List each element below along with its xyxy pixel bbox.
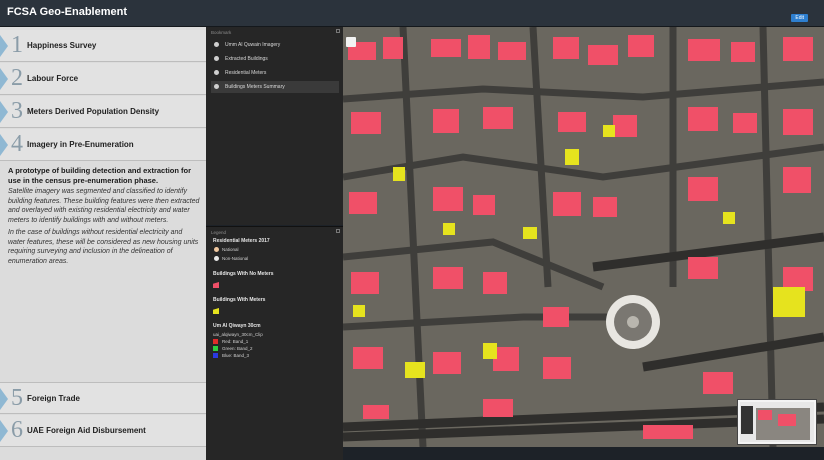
bookmark-icon (214, 70, 219, 75)
non-national-symbol (214, 256, 219, 261)
edit-button[interactable]: Edit (791, 14, 808, 22)
accordion-item-imagery[interactable]: 4 Imagery in Pre-Enumeration (0, 129, 206, 161)
description-heading: A prototype of building detection and ex… (8, 166, 192, 185)
section-label: UAE Foreign Aid Disbursement (27, 426, 146, 435)
bookmark-item[interactable]: Umm Al Quwain Imagery (211, 39, 339, 51)
legend-panel: Legend Residential Meters 2017 National … (206, 226, 343, 460)
chevron-right-icon (0, 420, 8, 442)
accordion-item-happiness[interactable]: 1 Happiness Survey (0, 30, 206, 62)
legend-label: Blue: Band_3 (222, 353, 250, 358)
section-description: A prototype of building detection and ex… (8, 166, 200, 269)
legend-heading: Buildings With Meters (213, 297, 266, 303)
description-paragraph: In the case of buildings without residen… (8, 229, 199, 265)
bookmark-label: Umm Al Quwain Imagery (225, 42, 281, 48)
chevron-right-icon (0, 134, 8, 156)
chevron-right-icon (0, 68, 8, 90)
bookmark-label: Residential Meters (225, 70, 267, 76)
accordion-item-foreign-aid[interactable]: 6 UAE Foreign Aid Disbursement (0, 415, 206, 447)
accordion-item-labour[interactable]: 2 Labour Force (0, 63, 206, 95)
bookmark-icon (214, 84, 219, 89)
section-label: Imagery in Pre-Enumeration (27, 140, 134, 149)
accordion-item-foreign-trade[interactable]: 5 Foreign Trade (0, 382, 206, 414)
legend-label: Red: Band_1 (222, 339, 249, 344)
legend-label: National (222, 247, 239, 252)
section-number: 5 (11, 385, 23, 411)
bookmark-title: Bookmark (211, 30, 232, 35)
legend-heading: Buildings With No Meters (213, 271, 274, 277)
app-title: FCSA Geo-Enablement (7, 6, 127, 18)
bookmark-icon (214, 42, 219, 47)
legend-heading: Residential Meters 2017 (213, 238, 270, 244)
chevron-right-icon (0, 35, 8, 57)
section-number: 4 (11, 131, 23, 157)
chevron-right-icon (0, 388, 8, 410)
bookmark-item[interactable]: Buildings Meters Summary (211, 81, 339, 93)
section-label: Meters Derived Population Density (27, 107, 160, 116)
section-number: 3 (11, 98, 23, 124)
close-icon[interactable] (336, 229, 340, 233)
bookmark-label: Buildings Meters Summary (225, 84, 285, 90)
national-symbol (214, 247, 219, 252)
legend-label: Non-National (222, 256, 249, 261)
bookmark-item[interactable]: Extracted Buildings (211, 53, 339, 65)
section-number: 1 (11, 32, 23, 58)
description-paragraph: Satellite imagery was segmented and clas… (8, 188, 200, 224)
bookmark-panel: Bookmark Umm Al Quwain Imagery Extracted… (206, 27, 343, 225)
with-meters-swatch (213, 308, 219, 314)
chevron-right-icon (0, 101, 8, 123)
red-band-swatch (213, 339, 218, 344)
story-panel: 1 Happiness Survey 2 Labour Force 3 Mete… (0, 27, 206, 460)
bookmark-icon (214, 56, 219, 61)
section-label: Foreign Trade (27, 394, 80, 403)
section-number: 6 (11, 417, 23, 443)
overview-map (740, 402, 814, 442)
map-footer (343, 447, 824, 460)
section-label: Happiness Survey (27, 41, 97, 50)
legend-heading: Um Al Qiwayn 30cm (213, 323, 261, 329)
accordion-item-density[interactable]: 3 Meters Derived Population Density (0, 96, 206, 128)
green-band-swatch (213, 346, 218, 351)
section-number: 2 (11, 65, 23, 91)
overview-map-icon[interactable] (737, 399, 817, 445)
satellite-imagery (343, 27, 824, 447)
app-header: FCSA Geo-Enablement Edit (0, 0, 824, 27)
bookmark-label: Extracted Buildings (225, 56, 268, 62)
zoom-control-icon[interactable] (346, 37, 356, 47)
legend-label: Green: Band_2 (222, 346, 253, 351)
bookmark-item[interactable]: Residential Meters (211, 67, 339, 79)
no-meters-swatch (213, 282, 219, 288)
map-view[interactable] (343, 27, 824, 447)
legend-label: uai_alqiwayn_30cm_Clip (213, 332, 263, 337)
close-icon[interactable] (336, 29, 340, 33)
section-label: Labour Force (27, 74, 79, 83)
blue-band-swatch (213, 353, 218, 358)
legend-title: Legend (211, 230, 227, 235)
